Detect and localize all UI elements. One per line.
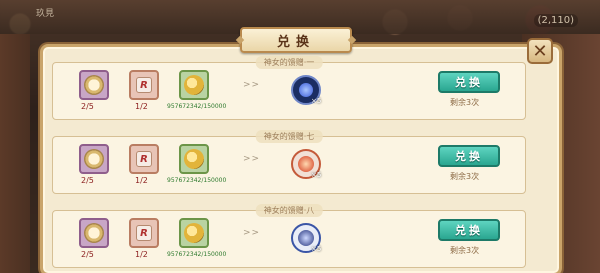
cost-item-flower[interactable] — [79, 70, 109, 100]
arrow-icon: >> — [243, 80, 261, 90]
red-orb-icon — [298, 156, 314, 172]
row-title: 神女的馈赠·七 — [255, 130, 323, 143]
flower-icon — [84, 149, 104, 169]
reward-qty: ×5 — [311, 171, 322, 179]
coin-icon — [184, 149, 204, 169]
arrow-icon: >> — [243, 228, 261, 238]
remaining-count: 剩余3次 — [450, 246, 480, 255]
exchange-button[interactable]: 兑换 — [438, 145, 500, 167]
coin-icon — [184, 223, 204, 243]
cost-count: 2/5 — [81, 102, 94, 111]
cost-item-dice[interactable]: R — [129, 144, 159, 174]
coin-icon — [184, 75, 204, 95]
player-counter: (2,110) — [533, 14, 578, 27]
exchange-button[interactable]: 兑换 — [438, 219, 500, 241]
row-title: 神女的馈赠·一 — [255, 56, 323, 69]
dice-icon: R — [136, 225, 152, 241]
exchange-row: 神女的馈赠·八 2/5 R 1/2 957672342/150000 >> ×5… — [52, 204, 526, 268]
cost-count: 1/2 — [135, 176, 148, 185]
exchange-button[interactable]: 兑换 — [438, 71, 500, 93]
reward-qty: ×5 — [311, 97, 322, 105]
reward-qty: ×5 — [311, 245, 322, 253]
flower-icon — [84, 75, 104, 95]
close-button[interactable]: ✕ — [527, 38, 553, 64]
cost-count: 1/2 — [135, 250, 148, 259]
close-icon: ✕ — [532, 40, 548, 62]
cost-count: 1/2 — [135, 102, 148, 111]
cost-count: 2/5 — [81, 176, 94, 185]
exchange-row: 神女的馈赠·七 2/5 R 1/2 957672342/150000 >> ×5… — [52, 130, 526, 194]
remaining-count: 剩余3次 — [450, 98, 480, 107]
player-name: 玖見 — [36, 9, 55, 19]
cost-item-coin[interactable] — [179, 70, 209, 100]
arrow-icon: >> — [243, 154, 261, 164]
cost-count: 957672342/150000 — [167, 251, 227, 258]
cost-count: 957672342/150000 — [167, 177, 227, 184]
blue-orb-icon — [299, 83, 313, 97]
dice-icon: R — [136, 151, 152, 167]
cost-item-flower[interactable] — [79, 218, 109, 248]
flower-icon — [84, 223, 104, 243]
navy-orb-icon — [298, 230, 314, 246]
cost-count: 957672342/150000 — [167, 103, 227, 110]
exchange-row: 神女的馈赠·一 2/5 R 1/2 957672342/150000 >> ×5… — [52, 56, 526, 120]
cost-item-coin[interactable] — [179, 144, 209, 174]
cost-item-flower[interactable] — [79, 144, 109, 174]
cost-item-dice[interactable]: R — [129, 218, 159, 248]
panel-title: 兑换 — [240, 27, 352, 53]
remaining-count: 剩余3次 — [450, 172, 480, 181]
cost-item-coin[interactable] — [179, 218, 209, 248]
cost-count: 2/5 — [81, 250, 94, 259]
row-title: 神女的馈赠·八 — [255, 204, 323, 217]
cost-item-dice[interactable]: R — [129, 70, 159, 100]
left-hud — [0, 34, 30, 273]
dice-icon: R — [136, 77, 152, 93]
